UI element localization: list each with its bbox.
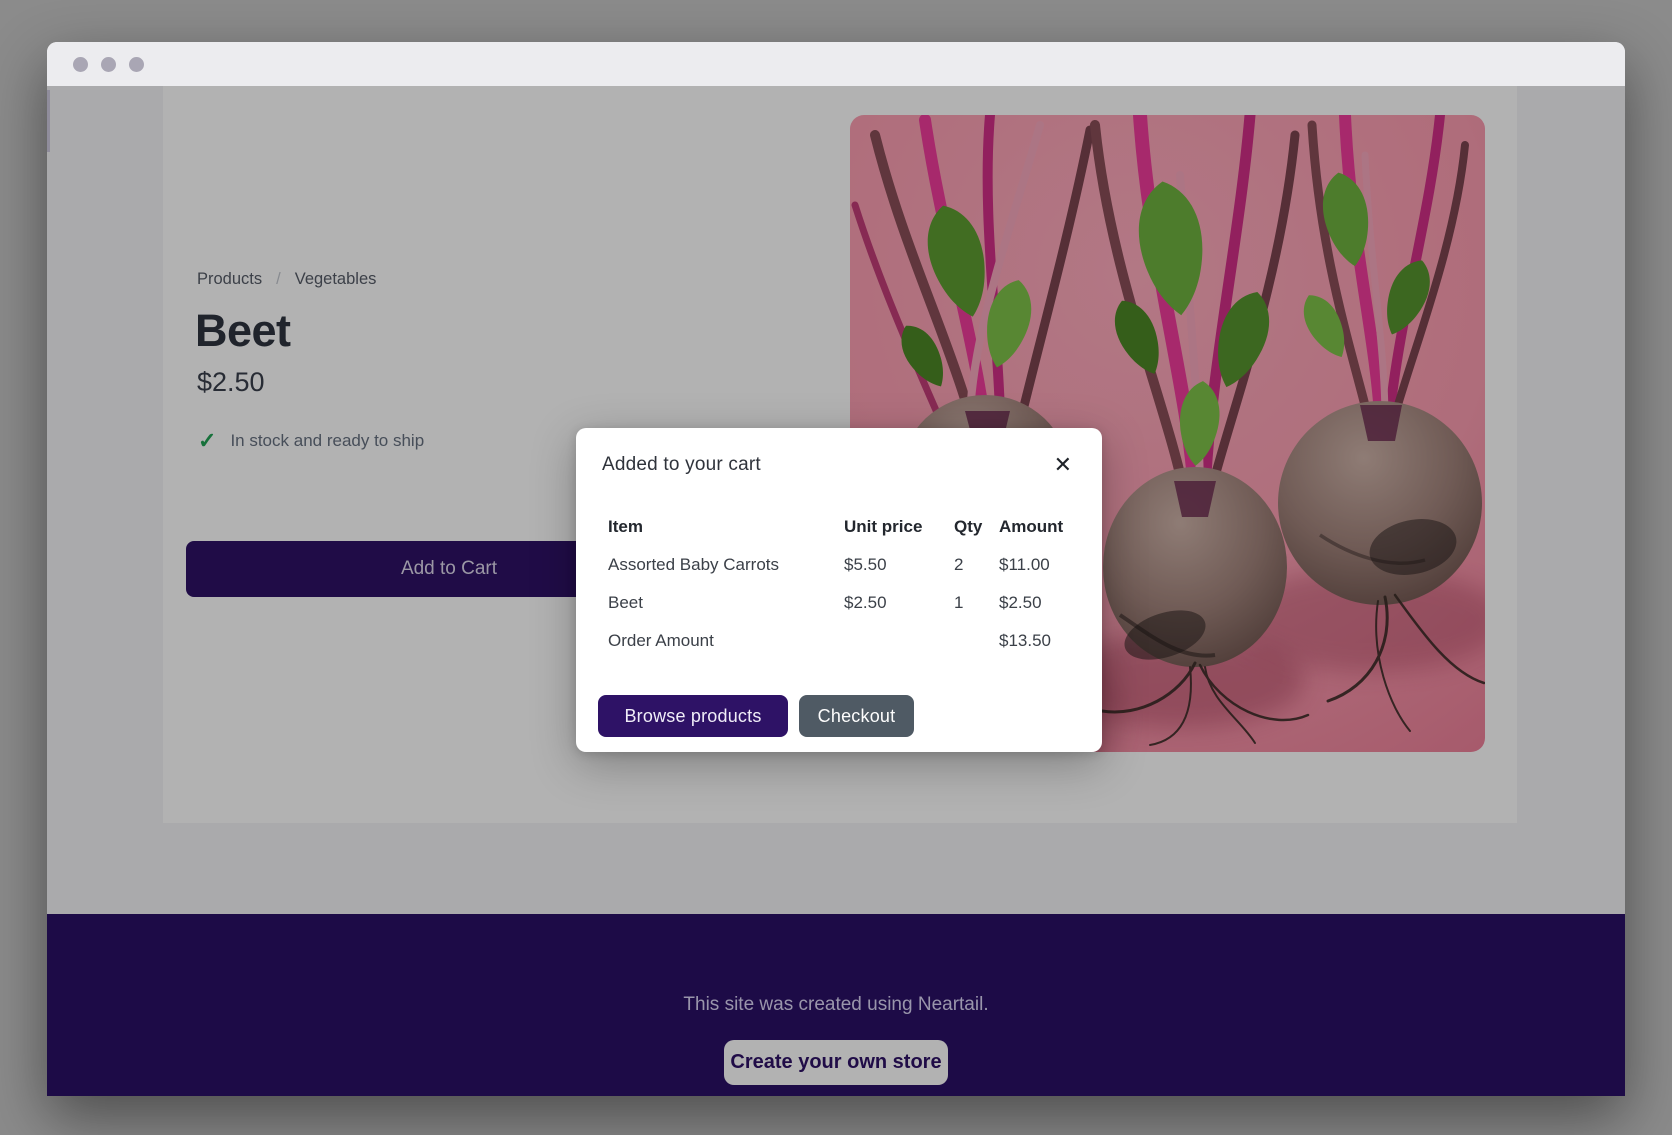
window-control-dot[interactable]: [101, 57, 116, 72]
window-control-dot[interactable]: [73, 57, 88, 72]
table-row: Assorted Baby Carrots $5.50 2 $11.00: [602, 546, 1076, 584]
table-row: Beet $2.50 1 $2.50: [602, 584, 1076, 622]
checkout-button[interactable]: Checkout: [799, 695, 914, 737]
window-titlebar: [47, 42, 1625, 86]
browse-products-button[interactable]: Browse products: [598, 695, 788, 737]
browser-window: Products / Vegetables Beet $2.50 ✓ In st…: [47, 42, 1625, 1096]
page-viewport: Products / Vegetables Beet $2.50 ✓ In st…: [47, 86, 1625, 1096]
cell-item: Order Amount: [608, 631, 844, 651]
screenshot-stage: Products / Vegetables Beet $2.50 ✓ In st…: [0, 0, 1672, 1135]
cart-table-header-row: Item Unit price Qty Amount: [602, 508, 1076, 546]
col-header-amount: Amount: [999, 517, 1076, 537]
col-header-item: Item: [608, 517, 844, 537]
cell-amount: $2.50: [999, 593, 1076, 613]
window-control-dot[interactable]: [129, 57, 144, 72]
col-header-qty: Qty: [954, 517, 999, 537]
modal-title: Added to your cart: [602, 454, 761, 476]
cell-item: Assorted Baby Carrots: [608, 555, 844, 575]
added-to-cart-modal: Added to your cart ✕ Item Unit price Qty…: [576, 428, 1102, 752]
cell-qty: 2: [954, 555, 999, 575]
cart-table: Item Unit price Qty Amount Assorted Baby…: [602, 508, 1076, 660]
modal-buttons: Browse products Checkout: [598, 695, 914, 737]
modal-header: Added to your cart ✕: [602, 452, 1076, 478]
close-icon[interactable]: ✕: [1050, 452, 1076, 478]
table-row-total: Order Amount $13.50: [602, 622, 1076, 660]
cell-unit-price: $2.50: [844, 593, 954, 613]
cell-amount: $13.50: [999, 631, 1076, 651]
col-header-unit-price: Unit price: [844, 517, 954, 537]
cell-amount: $11.00: [999, 555, 1076, 575]
cell-item: Beet: [608, 593, 844, 613]
cell-qty: 1: [954, 593, 999, 613]
cell-unit-price: $5.50: [844, 555, 954, 575]
